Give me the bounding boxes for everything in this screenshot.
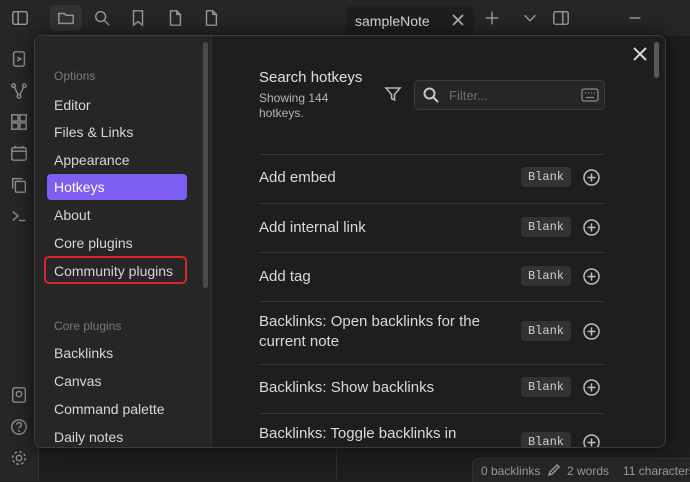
- help-icon[interactable]: [10, 418, 28, 436]
- hotkey-command-label: Add tag: [259, 268, 311, 285]
- hotkey-list: Add embed Blank Add internal link Blank …: [259, 154, 604, 447]
- hotkey-blank-badge: Blank: [521, 321, 571, 341]
- hotkey-command-label: Backlinks: Open backlinks for the curren…: [259, 313, 480, 350]
- hotkey-search-input[interactable]: [447, 85, 569, 105]
- sidebar-toggle-icon[interactable]: [10, 8, 30, 28]
- tab-samplenote[interactable]: sampleNote: [346, 6, 474, 36]
- sidebar-item-appearance[interactable]: Appearance: [47, 147, 187, 173]
- content-scrollbar[interactable]: [654, 42, 659, 78]
- sidebar-item-core-plugins[interactable]: Core plugins: [47, 230, 187, 256]
- minimize-icon[interactable]: [625, 8, 645, 28]
- sidebar-item-label: Hotkeys: [54, 179, 105, 195]
- sidebar-scrollbar[interactable]: [203, 42, 208, 288]
- highlight-box: [44, 256, 187, 284]
- sidebar-item-files-links[interactable]: Files & Links: [47, 119, 187, 145]
- hotkey-count: Showing 144 hotkeys.: [259, 91, 329, 120]
- close-icon[interactable]: [632, 46, 648, 62]
- hotkey-blank-badge: Blank: [521, 217, 571, 237]
- filter-icon[interactable]: [384, 85, 402, 103]
- search-hotkeys-title: Search hotkeys: [259, 69, 363, 86]
- sidebar-item-label: Editor: [54, 97, 91, 113]
- add-hotkey-icon[interactable]: [583, 434, 600, 447]
- split-view-icon[interactable]: [551, 8, 571, 28]
- sidebar-item-backlinks[interactable]: Backlinks: [47, 340, 187, 366]
- sidebar-item-command-palette[interactable]: Command palette: [47, 396, 187, 422]
- sidebar-item-editor[interactable]: Editor: [47, 92, 187, 118]
- sidebar-item-label: Backlinks: [54, 345, 114, 361]
- sidebar-item-label: Files & Links: [54, 124, 134, 140]
- new-file-icon[interactable]: [201, 8, 221, 28]
- calendar-icon[interactable]: [10, 144, 28, 162]
- hotkey-search-box[interactable]: [414, 80, 605, 110]
- core-plugins-heading: Core plugins: [54, 319, 122, 333]
- add-hotkey-icon[interactable]: [583, 169, 600, 186]
- sidebar-item-label: About: [54, 207, 91, 223]
- sidebar-item-daily-notes[interactable]: Daily notes: [47, 424, 187, 447]
- hotkey-row: Backlinks: Toggle backlinks in Blank: [259, 413, 604, 447]
- sidebar-item-label: Daily notes: [54, 429, 124, 445]
- sidebar-item-about[interactable]: About: [47, 202, 187, 228]
- keyboard-icon[interactable]: [581, 87, 599, 103]
- terminal-icon[interactable]: [10, 207, 28, 225]
- sidebar-item-label: Command palette: [54, 401, 165, 417]
- hotkey-row: Backlinks: Show backlinks Blank: [259, 364, 604, 413]
- status-bar: 0 backlinks 2 words 11 characters: [472, 458, 690, 482]
- hotkey-blank-badge: Blank: [521, 266, 571, 286]
- tab-title: sampleNote: [355, 13, 430, 29]
- add-hotkey-icon[interactable]: [583, 268, 600, 285]
- add-hotkey-icon[interactable]: [583, 379, 600, 396]
- hotkey-row: Backlinks: Open backlinks for the curren…: [259, 301, 604, 364]
- hotkey-blank-badge: Blank: [521, 377, 571, 397]
- bookmark-icon[interactable]: [128, 8, 148, 28]
- sidebar-item-canvas[interactable]: Canvas: [47, 368, 187, 394]
- copy-icon[interactable]: [10, 176, 28, 194]
- search-icon: [422, 86, 440, 104]
- status-backlinks[interactable]: 0 backlinks: [481, 464, 540, 478]
- pencil-icon[interactable]: [547, 463, 561, 477]
- help-vault-icon[interactable]: [10, 386, 28, 404]
- hotkey-row: Add tag Blank: [259, 252, 604, 301]
- hotkey-command-label: Backlinks: Show backlinks: [259, 379, 435, 396]
- hotkey-blank-badge: Blank: [521, 167, 571, 187]
- canvas-icon[interactable]: [10, 113, 28, 131]
- add-hotkey-icon[interactable]: [583, 219, 600, 236]
- open-quick-switcher-icon[interactable]: [10, 50, 28, 68]
- sidebar-item-label: Appearance: [54, 152, 130, 168]
- sidebar-item-label: Core plugins: [54, 235, 133, 251]
- sidebar-item-label: Canvas: [54, 373, 102, 389]
- folder-icon[interactable]: [50, 5, 82, 31]
- settings-sidebar: Options Editor Files & Links Appearance …: [35, 36, 212, 447]
- options-heading: Options: [54, 69, 96, 83]
- hotkey-blank-badge: Blank: [521, 432, 571, 447]
- graph-view-icon[interactable]: [10, 82, 28, 100]
- chevron-down-icon[interactable]: [520, 8, 540, 28]
- hotkey-row: Add internal link Blank: [259, 203, 604, 252]
- settings-gear-icon[interactable]: [10, 449, 28, 467]
- settings-modal: Options Editor Files & Links Appearance …: [34, 35, 666, 448]
- hotkey-command-label: Add embed: [259, 169, 336, 186]
- sidebar-item-hotkeys[interactable]: Hotkeys: [47, 174, 187, 200]
- status-character-count: 11 characters: [623, 464, 690, 478]
- status-word-count: 2 words: [567, 464, 610, 478]
- hotkey-command-label: Add internal link: [259, 219, 366, 236]
- title-bar: sampleNote: [0, 0, 690, 36]
- search-icon[interactable]: [92, 8, 112, 28]
- hotkeys-panel: Search hotkeys Showing 144 hotkeys. Add …: [212, 36, 665, 447]
- plus-icon[interactable]: [482, 8, 502, 28]
- hotkey-command-label: Backlinks: Toggle backlinks in: [259, 425, 457, 442]
- add-hotkey-icon[interactable]: [583, 323, 600, 340]
- close-icon[interactable]: [450, 12, 466, 28]
- file-icon[interactable]: [165, 8, 185, 28]
- hotkey-row: Add embed Blank: [259, 154, 604, 203]
